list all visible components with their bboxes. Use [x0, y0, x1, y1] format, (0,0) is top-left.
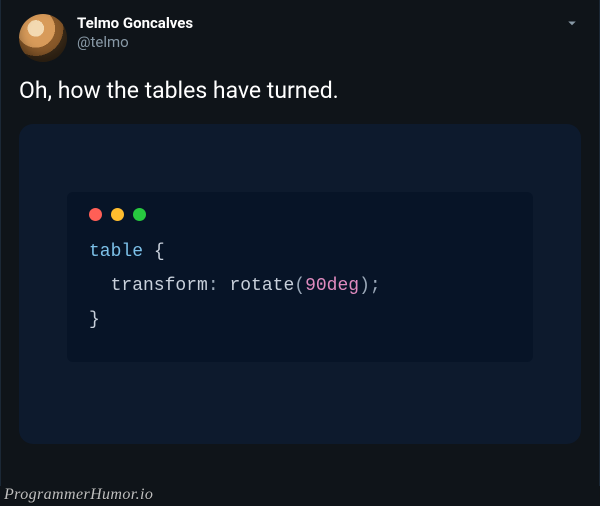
tweet-text: Oh, how the tables have turned.: [19, 76, 581, 106]
code-editor-window: table { transform: rotate(90deg); }: [67, 192, 533, 362]
css-property: transform: [111, 276, 208, 296]
code-line-3: }: [89, 303, 511, 337]
embedded-card: table { transform: rotate(90deg); }: [19, 124, 581, 444]
window-traffic-lights: [89, 208, 511, 221]
paren-close: ): [359, 276, 370, 296]
tweet-container: Telmo Goncalves @telmo Oh, how the table…: [0, 0, 600, 486]
zoom-icon: [133, 208, 146, 221]
avatar[interactable]: [19, 14, 67, 62]
paren-open: (: [294, 276, 305, 296]
author-handle: @telmo: [77, 33, 193, 52]
minimize-icon: [111, 208, 124, 221]
more-options-button[interactable]: [563, 14, 581, 32]
css-value: 90deg: [305, 276, 359, 296]
colon: :: [208, 276, 219, 296]
watermark: ProgrammerHumor.io: [4, 486, 153, 504]
code-line-2: transform: rotate(90deg);: [89, 269, 511, 303]
author-block[interactable]: Telmo Goncalves @telmo: [77, 14, 193, 52]
tweet-header: Telmo Goncalves @telmo: [19, 14, 581, 62]
author-display-name: Telmo Goncalves: [77, 14, 193, 33]
code-line-1: table {: [89, 235, 511, 269]
chevron-down-icon: [563, 14, 581, 32]
semicolon: ;: [370, 276, 381, 296]
css-selector: table: [89, 242, 143, 262]
close-icon: [89, 208, 102, 221]
brace-close: }: [89, 310, 100, 330]
css-function: rotate: [229, 276, 294, 296]
brace-open: {: [154, 242, 165, 262]
